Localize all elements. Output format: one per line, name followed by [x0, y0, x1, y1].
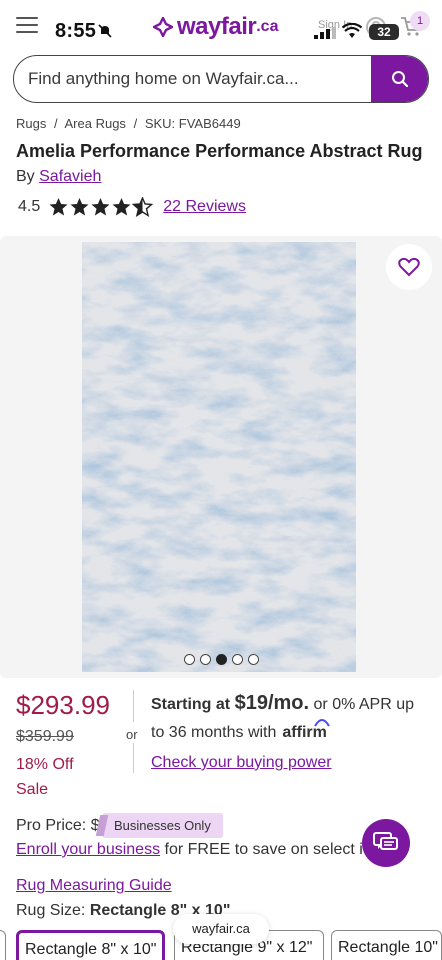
enroll-business-link[interactable]: Enroll your business — [16, 841, 160, 858]
rug-size-prefix: Rug Size: — [16, 902, 86, 919]
percent-off: 18% Off — [16, 756, 74, 773]
enroll-line: Enroll your business for FREE to save on… — [16, 841, 367, 859]
logo-mark-icon — [153, 17, 173, 37]
original-price: $359.99 — [16, 728, 74, 745]
rating-row: 4.5 22 Reviews — [18, 197, 246, 217]
gallery-dot[interactable] — [200, 654, 211, 665]
sale-label: Sale — [16, 781, 49, 798]
breadcrumb-separator: / — [133, 116, 138, 131]
size-option-10[interactable]: Rectangle 10" x — [331, 930, 442, 960]
product-image-gallery[interactable] — [0, 236, 442, 678]
status-time: 8:55 — [55, 20, 97, 42]
starting-prefix: Starting at — [151, 696, 231, 713]
rug-product-image[interactable] — [82, 242, 356, 672]
search-bar — [13, 55, 429, 103]
rating-value: 4.5 — [18, 198, 41, 215]
star-icon — [91, 198, 110, 216]
chat-icon — [373, 832, 398, 850]
gallery-dot[interactable] — [184, 654, 195, 665]
breadcrumb-separator: / — [53, 116, 58, 131]
browser-domain-pill[interactable]: wayfair.ca — [173, 914, 269, 944]
businesses-only-tag: Businesses Only — [102, 813, 223, 838]
reviews-link[interactable]: 22 Reviews — [163, 198, 246, 216]
gallery-pagination — [184, 654, 259, 665]
heart-icon — [398, 257, 420, 277]
brand-link[interactable]: Safavieh — [39, 168, 101, 185]
search-button[interactable] — [371, 56, 428, 102]
breadcrumb-rugs[interactable]: Rugs — [16, 116, 46, 131]
buying-power-link[interactable]: Check your buying power — [151, 754, 332, 772]
gallery-dot[interactable] — [232, 654, 243, 665]
size-option-partial[interactable] — [0, 930, 6, 960]
sale-price: $293.99 — [16, 690, 110, 720]
bell-muted-icon — [98, 24, 112, 38]
or-label: or — [126, 727, 138, 742]
search-icon — [391, 71, 408, 88]
gallery-dot-active[interactable] — [216, 654, 227, 665]
logo-text: wayfair — [177, 13, 257, 40]
breadcrumb: Rugs / Area Rugs / SKU: FVAB6449 — [16, 116, 245, 131]
favorite-button[interactable] — [386, 244, 432, 290]
product-title: Amelia Performance Performance Abstract … — [16, 141, 423, 161]
cart-count-badge: 1 — [410, 11, 430, 31]
menu-icon[interactable] — [16, 17, 38, 33]
months-text: to 36 months with — [151, 724, 277, 741]
size-option-8x10[interactable]: Rectangle 8" x 10" — [16, 930, 165, 960]
chat-button[interactable] — [362, 819, 410, 867]
price-divider — [133, 743, 134, 773]
header: 8:55 wayfair .ca Sign In 32 1 — [0, 0, 442, 56]
star-rating — [48, 197, 154, 217]
enroll-rest-text: for FREE to save on select it — [164, 841, 368, 858]
breadcrumb-sku: SKU: FVAB6449 — [144, 116, 241, 131]
pro-price-label: Pro Price: $ — [16, 817, 100, 834]
half-star-icon — [132, 197, 154, 217]
logo-suffix: .ca — [256, 18, 279, 35]
rug-measuring-guide-link[interactable]: Rug Measuring Guide — [16, 877, 172, 895]
brand-line: By Safavieh — [16, 168, 101, 186]
monthly-price: $19/mo. — [234, 692, 310, 714]
star-icon — [70, 198, 89, 216]
star-icon — [49, 198, 68, 216]
price-divider — [133, 690, 134, 722]
wifi-icon — [342, 23, 362, 38]
financing-months: to 36 months with affirm — [151, 719, 330, 742]
by-prefix: By — [16, 168, 35, 185]
breadcrumb-area-rugs[interactable]: Area Rugs — [65, 116, 126, 131]
apr-text: or 0% APR up — [313, 696, 415, 713]
financing-offer: Starting at $19/mo. or 0% APR up — [151, 692, 441, 715]
battery-indicator: 32 — [369, 24, 399, 40]
gallery-dot[interactable] — [248, 654, 259, 665]
affirm-logo: affirm — [282, 719, 330, 742]
affirm-arc-icon — [313, 719, 330, 727]
search-input[interactable] — [28, 56, 368, 101]
signal-icon — [314, 27, 336, 39]
star-icon — [112, 198, 131, 216]
wayfair-logo[interactable]: wayfair .ca — [153, 12, 278, 42]
